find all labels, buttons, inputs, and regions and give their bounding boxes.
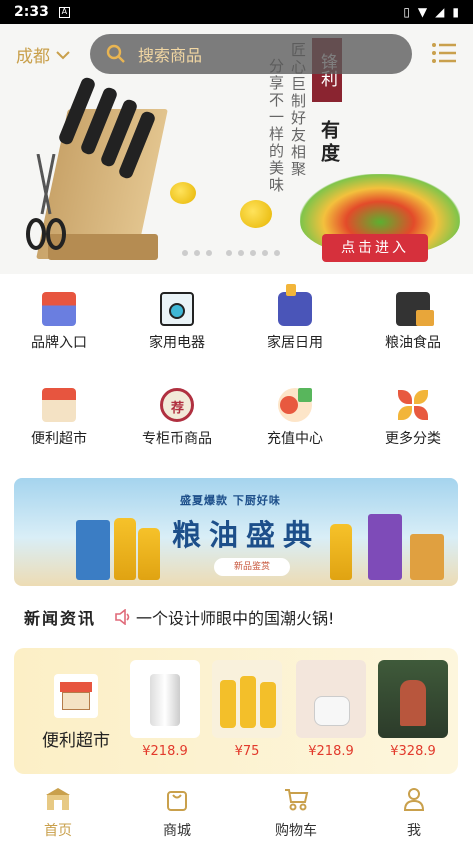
- category-label: 品牌入口: [31, 335, 87, 351]
- category-appliances[interactable]: 家用电器: [118, 292, 236, 352]
- city-selector[interactable]: 成都: [16, 42, 70, 67]
- category-label: 专柜币商品: [142, 431, 212, 447]
- carousel-dot[interactable]: [194, 250, 200, 256]
- category-label: 便利超市: [31, 431, 87, 447]
- household-icon: [278, 284, 312, 326]
- tab-cart[interactable]: 购物车: [256, 786, 336, 840]
- battery-icon: ▮: [452, 5, 459, 19]
- profile-icon: [403, 788, 425, 811]
- tab-label: 商城: [163, 823, 191, 839]
- product-image-tea-set: [378, 660, 448, 738]
- category-label: 更多分类: [385, 431, 441, 447]
- bottom-tab-bar: 首页 商城 购物车 我: [0, 782, 473, 842]
- carousel-dot[interactable]: [238, 250, 244, 256]
- search-icon: [106, 44, 125, 63]
- oil-bottle-image: [330, 524, 352, 580]
- product-card[interactable]: ¥75: [212, 660, 282, 759]
- news-title: 新闻资讯: [24, 609, 97, 628]
- product-image-rice-cooker: [296, 660, 366, 738]
- recommend-badge-icon: 荐: [160, 388, 194, 422]
- carousel-dot[interactable]: [262, 250, 268, 256]
- lemon-image: [240, 200, 272, 228]
- vibrate-icon: ▯: [403, 5, 410, 19]
- category-more[interactable]: 更多分类: [354, 388, 472, 448]
- promo-subtitle: 盛夏爆款 下厨好味: [180, 494, 281, 507]
- rice-bag-image: [410, 534, 444, 580]
- category-label: 家居日用: [267, 335, 323, 351]
- carousel-dot[interactable]: [206, 250, 212, 256]
- tab-label: 首页: [44, 823, 72, 839]
- promo-banner[interactable]: 盛夏爆款 下厨好味 粮油盛典 新品鉴赏: [14, 478, 458, 586]
- category-counter-coin[interactable]: 荐 专柜币商品: [118, 388, 236, 448]
- promo-title: 粮油盛典: [172, 518, 321, 552]
- status-icons: ▯ ▼ ◢ ▮: [403, 5, 459, 19]
- notification-icon: A: [58, 6, 70, 18]
- top-bar: 成都 搜索商品: [0, 32, 473, 76]
- product-card[interactable]: ¥218.9: [296, 660, 366, 759]
- category-grain-oil[interactable]: 粮油食品: [354, 292, 472, 352]
- speaker-icon: [115, 609, 130, 625]
- scissors-image: [26, 154, 66, 250]
- tab-label: 购物车: [275, 823, 317, 839]
- product-card[interactable]: ¥218.9: [130, 660, 200, 759]
- product-image-cooking-oil: [212, 660, 282, 738]
- tab-home[interactable]: 首页: [18, 786, 98, 840]
- more-categories-icon: [396, 388, 430, 422]
- grain-oil-icon: [396, 292, 434, 326]
- rice-bag-image: [76, 520, 110, 580]
- product-price: ¥218.9: [142, 744, 188, 759]
- oil-bottle-image: [114, 518, 136, 580]
- rice-bag-image: [368, 514, 402, 580]
- carousel-indicator[interactable]: [182, 250, 280, 256]
- category-brand[interactable]: 品牌入口: [0, 292, 118, 352]
- tab-label: 我: [407, 823, 421, 839]
- category-label: 粮油食品: [385, 335, 441, 351]
- product-image-kettle: [130, 660, 200, 738]
- category-convenience[interactable]: 便利超市: [0, 388, 118, 448]
- status-time: 2:33: [14, 4, 49, 20]
- banner-slogan-2: 分享不一样的美味: [267, 58, 285, 194]
- carousel-dot[interactable]: [226, 250, 232, 256]
- tab-mall[interactable]: 商城: [137, 786, 217, 840]
- mall-bag-icon: [167, 791, 187, 811]
- news-headline[interactable]: 一个设计师眼中的国潮火锅!: [136, 605, 334, 629]
- brand-subtitle: 有度: [318, 120, 340, 166]
- status-bar: 2:33 A ▯ ▼ ◢ ▮: [0, 0, 473, 24]
- convenience-store-icon: [42, 388, 76, 422]
- city-label: 成都: [16, 47, 50, 67]
- search-placeholder: 搜索商品: [138, 46, 203, 65]
- tab-profile[interactable]: 我: [374, 786, 454, 840]
- carousel-dot[interactable]: [274, 250, 280, 256]
- enter-button[interactable]: 点击进入: [322, 234, 428, 262]
- convenience-store-icon: [54, 674, 98, 718]
- product-price: ¥328.9: [390, 744, 436, 759]
- news-row[interactable]: 新闻资讯 一个设计师眼中的国潮火锅!: [0, 600, 473, 634]
- wifi-icon: ▼: [417, 5, 428, 19]
- washing-machine-icon: [160, 292, 194, 326]
- product-card[interactable]: ¥328.9: [378, 660, 448, 759]
- brand-store-icon: [42, 292, 76, 326]
- category-label: 家用电器: [149, 335, 205, 351]
- category-label: 充值中心: [267, 431, 323, 447]
- carousel-dot[interactable]: [182, 250, 188, 256]
- carousel-dot[interactable]: [250, 250, 256, 256]
- signal-icon: ◢: [435, 5, 445, 19]
- oil-bottle-image: [138, 528, 160, 580]
- promo-tag: 新品鉴赏: [214, 558, 290, 576]
- convenience-mart-card[interactable]: 便利超市 ¥218.9 ¥75 ¥218.9 ¥328.9: [14, 648, 458, 774]
- recharge-icon: [278, 388, 312, 422]
- product-price: ¥218.9: [308, 744, 354, 759]
- mart-label: 便利超市: [42, 731, 110, 751]
- cart-icon: [285, 789, 309, 811]
- search-input[interactable]: 搜索商品: [90, 34, 412, 74]
- category-household[interactable]: 家居日用: [236, 284, 354, 352]
- category-recharge[interactable]: 充值中心: [236, 388, 354, 448]
- mart-entry[interactable]: 便利超市: [24, 674, 128, 751]
- lemon-image: [170, 182, 196, 204]
- home-icon: [46, 788, 70, 810]
- chevron-down-icon: [56, 50, 70, 59]
- menu-icon[interactable]: [431, 42, 457, 64]
- product-price: ¥75: [234, 744, 260, 759]
